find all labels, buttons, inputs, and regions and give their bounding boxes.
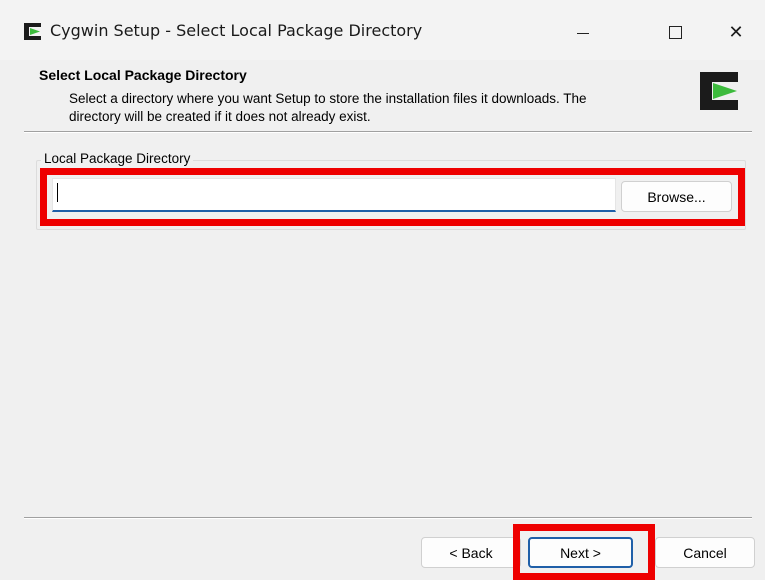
cygwin-icon	[24, 23, 41, 40]
maximize-icon	[668, 25, 682, 39]
maximize-button[interactable]	[652, 10, 698, 54]
cygwin-logo-icon	[700, 72, 738, 110]
page-description: Select a directory where you want Setup …	[69, 91, 587, 124]
header-separator	[24, 131, 752, 133]
title-bar: Cygwin Setup - Select Local Package Dire…	[0, 0, 765, 60]
minimize-icon	[577, 32, 589, 34]
wizard-header: Select Local Package Directory Select a …	[24, 60, 765, 132]
next-button[interactable]: Next >	[528, 537, 633, 568]
footer-separator	[24, 517, 752, 519]
groupbox-label: Local Package Directory	[41, 151, 194, 166]
window-title: Cygwin Setup - Select Local Package Dire…	[50, 21, 423, 40]
back-button[interactable]: < Back	[421, 537, 521, 568]
cancel-button[interactable]: Cancel	[655, 537, 755, 568]
local-package-directory-input[interactable]	[52, 178, 616, 212]
browse-button[interactable]: Browse...	[621, 181, 732, 212]
page-title: Select Local Package Directory	[39, 67, 247, 83]
close-button[interactable]: ✕	[713, 10, 759, 54]
minimize-button[interactable]	[560, 10, 606, 54]
text-caret	[57, 183, 58, 202]
close-icon: ✕	[728, 21, 744, 42]
